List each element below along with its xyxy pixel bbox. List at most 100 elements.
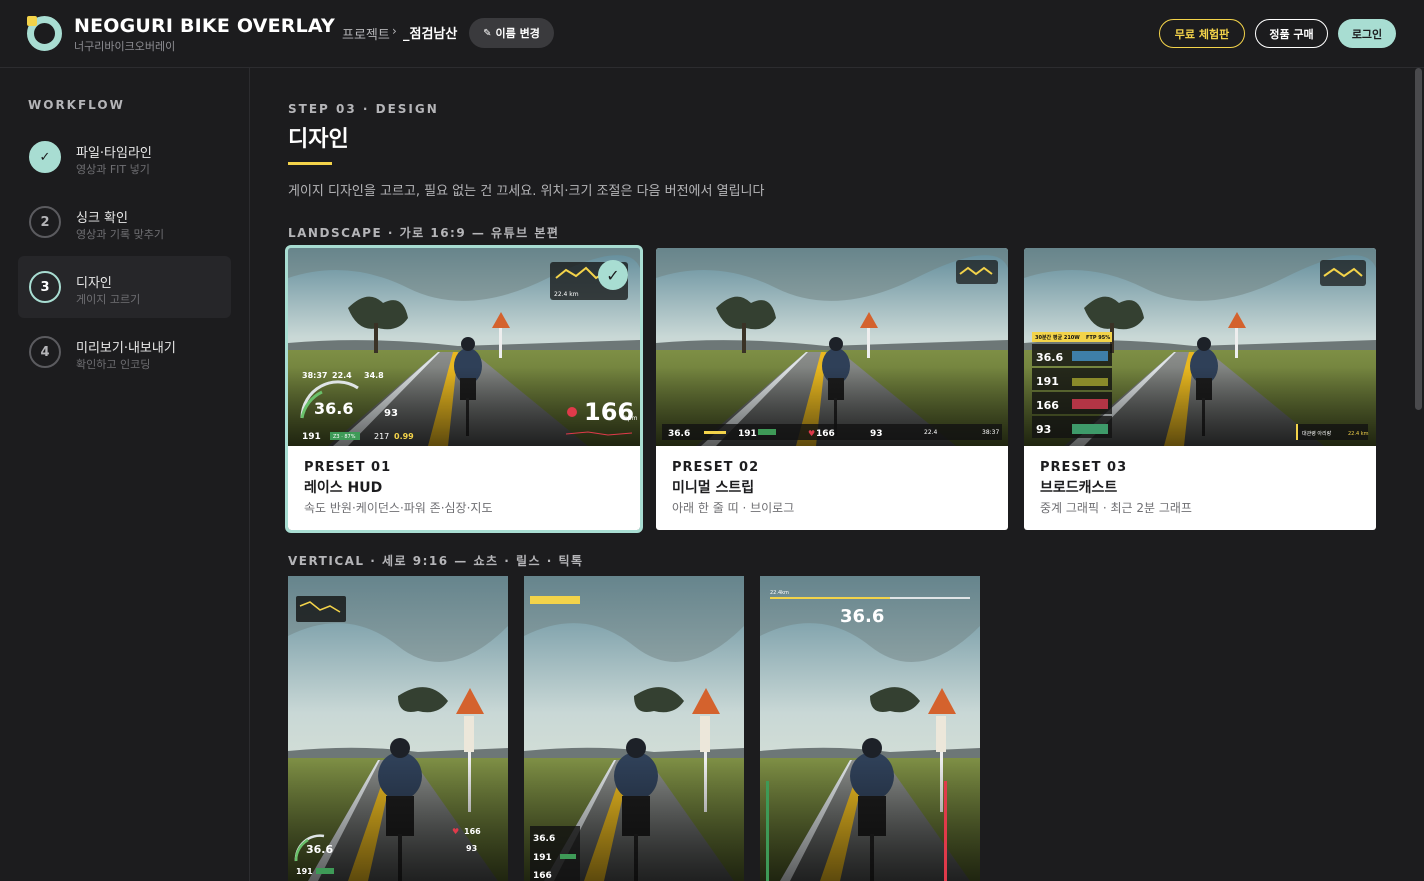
strip-heart-rate: 166 (816, 429, 835, 439)
speed-bar (704, 431, 726, 434)
progress-fill (770, 597, 890, 599)
preset-tag: PRESET 02 (672, 460, 760, 475)
vertical-preset-race-hud[interactable]: 36.6 191 ♥ 166 93 (288, 576, 508, 881)
workflow-sidebar: WORKFLOW ✓ 파일·타임라인 영상과 FIT 넣기 2 싱크 확인 영상… (0, 68, 250, 881)
hud-average: 34.8 (364, 371, 384, 380)
v2-heart-rate: 166 (533, 871, 552, 881)
preset-card-race-hud[interactable]: 22.4 km 36.6 38:37 22.4 34.8 93 191 Z3 ·… (285, 245, 643, 533)
step-subtitle: 영상과 기록 맞추기 (76, 228, 164, 241)
breadcrumb-separator-icon: › (392, 24, 397, 38)
hud-cadence: 93 (384, 408, 398, 419)
preset-description: 속도 반원·케이던스·파워 존·심장·지도 (304, 501, 493, 515)
broadcast-distance: 22.4 km (1348, 431, 1369, 437)
heart-icon (567, 407, 577, 417)
strip-time: 38:37 (982, 429, 999, 436)
vertical-preset-broadcast[interactable]: 22.4km 36.6 (760, 576, 980, 881)
v3-speed: 36.6 (840, 606, 884, 627)
map-distance: 22.4 km (554, 291, 579, 298)
free-trial-button[interactable]: 무료 체험판 (1159, 19, 1245, 48)
cycling-scene: 30분간 평균 210W FTP 95% 36.6 191 166 93 대관령… (1024, 248, 1376, 446)
route-accent (1296, 424, 1298, 440)
page-description: 게이지 디자인을 고르고, 필요 없는 건 끄세요. 위치·크기 조절은 다음 … (288, 184, 765, 199)
v-speed: 36.6 (306, 843, 333, 856)
step-number: 3 (29, 271, 61, 303)
cycling-scene: 36.6 191 ♥ 166 93 22.4 38:37 (656, 248, 1008, 446)
vertical-section-label: VERTICAL · 세로 9:16 — 쇼츠 · 릴스 · 틱톡 (288, 554, 584, 568)
workflow-step-design[interactable]: 3 디자인 게이지 고르기 (18, 256, 231, 318)
hud-distance: 22.4 (332, 371, 352, 380)
workflow-step-files[interactable]: ✓ 파일·타임라인 영상과 FIT 넣기 (18, 126, 231, 188)
strip-power: 191 (738, 429, 757, 439)
preset-thumbnail: 36.6 191 ♥ 166 93 22.4 38:37 (656, 248, 1008, 446)
step-subtitle: 확인하고 인코딩 (76, 358, 151, 371)
heart-icon: ♥ (808, 429, 815, 438)
cycling-scene-vertical: 36.6 191 ♥ 166 93 (288, 576, 508, 881)
hud-factor: 0.99 (394, 432, 414, 441)
hud-speed: 36.6 (314, 399, 353, 418)
broadcast-route: 대관령 아리랑 (1302, 430, 1332, 437)
logo-dot-icon (27, 16, 37, 26)
v2-speed: 36.6 (533, 834, 555, 844)
power-zone-bar (758, 429, 776, 435)
preset-card-minimal-strip[interactable]: 36.6 191 ♥ 166 93 22.4 38:37 PRESET 02 미… (656, 248, 1008, 530)
title-underline (288, 162, 332, 165)
cycling-scene-vertical: 36.6 191 166 (524, 576, 744, 881)
broadcast-cadence: 93 (1036, 423, 1051, 436)
selected-check-icon: ✓ (598, 260, 628, 290)
pencil-icon: ✎ (483, 27, 492, 39)
strip-distance: 22.4 (924, 429, 938, 436)
breadcrumb-current-project: _점검남산 (403, 27, 458, 42)
cycling-scene: 22.4 km 36.6 38:37 22.4 34.8 93 191 Z3 ·… (288, 248, 640, 446)
workflow-step-sync[interactable]: 2 싱크 확인 영상과 기록 맞추기 (18, 191, 231, 253)
workflow-step-export[interactable]: 4 미리보기·내보내기 확인하고 인코딩 (18, 321, 231, 383)
v-heart-rate: 166 (464, 827, 481, 836)
broadcast-header-text: 30분간 평균 210W (1035, 334, 1080, 341)
heart-graph (1072, 399, 1108, 409)
hud-bpm-unit: bpm (624, 415, 638, 422)
cycling-scene-vertical: 22.4km 36.6 (760, 576, 980, 881)
power-zone-bar (316, 868, 334, 874)
heart-icon: ♥ (452, 827, 459, 836)
preset-card-broadcast[interactable]: 30분간 평균 210W FTP 95% 36.6 191 166 93 대관령… (1024, 248, 1376, 530)
step-tag: STEP 03 · DESIGN (288, 102, 439, 116)
power-graph (1072, 378, 1108, 386)
v-cadence: 93 (466, 844, 477, 853)
step-subtitle: 영상과 FIT 넣기 (76, 163, 150, 176)
power-zone: Z3 · 87% (333, 434, 356, 440)
step-title: 미리보기·내보내기 (76, 341, 176, 356)
rename-label: 이름 변경 (495, 27, 540, 40)
main-scrollbar[interactable] (1413, 68, 1424, 881)
v3-distance: 22.4km (770, 590, 789, 596)
hud-power-extra: 217 (374, 432, 389, 441)
buy-license-button[interactable]: 정품 구매 (1255, 19, 1328, 48)
brand-title: NEOGURI BIKE OVERLAY (74, 15, 335, 37)
preset-description: 중계 그래픽 · 최근 2분 그래프 (1040, 501, 1192, 515)
v-power: 191 (296, 867, 313, 876)
breadcrumb-projects[interactable]: 프로젝트 (342, 24, 390, 43)
scroll-thumb[interactable] (1415, 68, 1422, 410)
strip-cadence: 93 (870, 429, 883, 439)
preset-tag: PRESET 01 (304, 460, 392, 475)
hud-power: 191 (302, 432, 321, 442)
rename-button[interactable]: ✎ 이름 변경 (469, 18, 554, 48)
landscape-section-label: LANDSCAPE · 가로 16:9 — 유튜브 본편 (288, 226, 560, 240)
preset-name: 미니멀 스트립 (672, 480, 755, 496)
preset-name: 레이스 HUD (304, 480, 383, 496)
step-title: 디자인 (76, 276, 112, 291)
cadence-bar (766, 781, 769, 881)
step-title: 싱크 확인 (76, 211, 128, 226)
broadcast-power: 191 (1036, 375, 1059, 388)
preset-tag: PRESET 03 (1040, 460, 1128, 475)
preset-description: 아래 한 줄 띠 · 브이로그 (672, 501, 795, 515)
preset-thumbnail: 30분간 평균 210W FTP 95% 36.6 191 166 93 대관령… (1024, 248, 1376, 446)
brand-subtitle: 너구리바이크오버레이 (74, 40, 176, 53)
page-title: 디자인 (288, 127, 349, 152)
vertical-preset-minimal-strip[interactable]: 36.6 191 166 (524, 576, 744, 881)
step-title: 파일·타임라인 (76, 146, 152, 161)
broadcast-heart-rate: 166 (1036, 399, 1059, 412)
heart-bar (944, 781, 947, 881)
cadence-graph (1072, 424, 1108, 434)
login-button[interactable]: 로그인 (1338, 19, 1396, 48)
check-icon: ✓ (29, 141, 61, 173)
top-bar: NEOGURI BIKE OVERLAY 너구리바이크오버레이 프로젝트 › _… (0, 0, 1424, 68)
